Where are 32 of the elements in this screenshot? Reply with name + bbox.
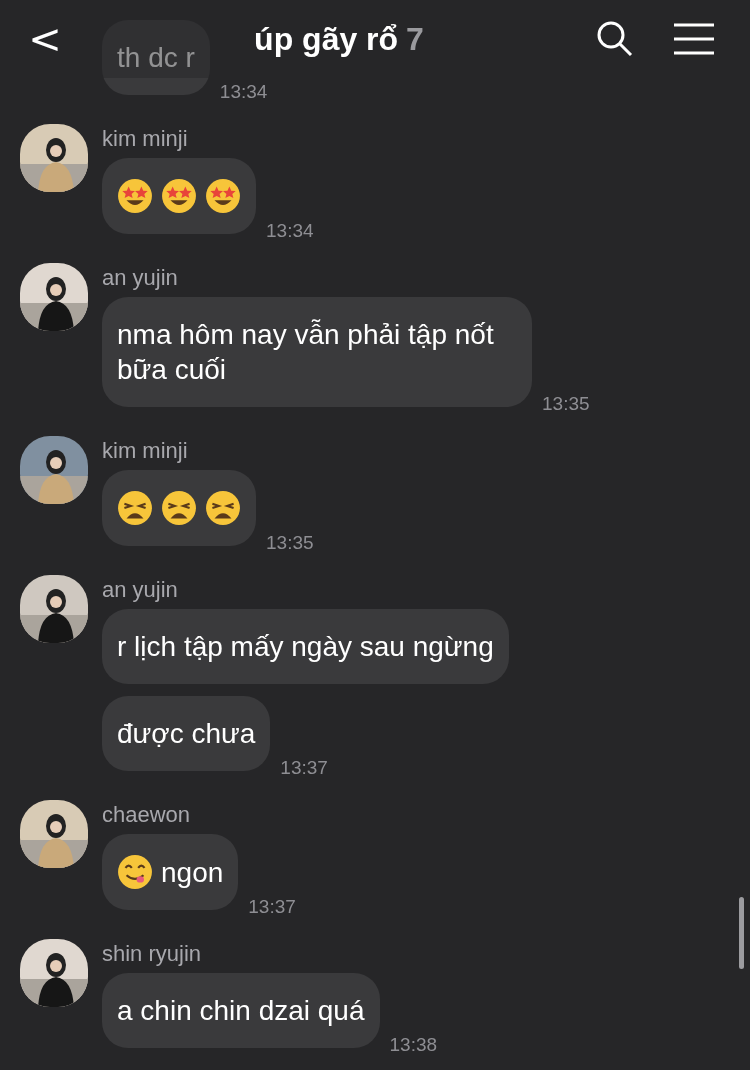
message-bubble: được chưa xyxy=(102,696,271,771)
message-time: 13:38 xyxy=(389,1034,438,1056)
sender-name: shin ryujin xyxy=(102,941,203,967)
message-time: 13:34 xyxy=(219,81,268,103)
message-bubble: a chin chin dzai quá xyxy=(102,973,380,1048)
menu-icon[interactable] xyxy=(674,23,714,55)
search-icon[interactable] xyxy=(596,20,634,58)
sender-name: an yujin xyxy=(102,577,179,603)
message-bubble: th dc r xyxy=(102,20,210,95)
weary-face-emoji-icon xyxy=(117,490,153,526)
message-time: 13:37 xyxy=(280,757,328,779)
back-button[interactable]: < xyxy=(28,16,62,62)
message-time: 13:35 xyxy=(542,393,590,415)
message-time: 13:34 xyxy=(266,220,314,242)
sender-name: an yujin xyxy=(102,265,179,291)
message-time: 13:37 xyxy=(248,896,296,918)
star-eyes-emoji-icon xyxy=(161,178,197,214)
message-bubble: r lịch tập mấy ngày sau ngừng xyxy=(102,609,509,684)
star-eyes-emoji-icon xyxy=(117,178,153,214)
message-time: 13:35 xyxy=(266,532,314,554)
sender-name: kim minji xyxy=(102,438,189,464)
chat-title: úp gãy rổ xyxy=(254,20,399,58)
message-bubble: nma hôm nay vẫn phải tập nốt bữa cuối xyxy=(102,297,532,407)
scroll-bar xyxy=(739,897,744,969)
member-count: 7 xyxy=(406,20,424,58)
message-bubble: ngon xyxy=(102,834,239,910)
sender-name: kim minji xyxy=(102,126,189,152)
sender-name: chaewon xyxy=(102,802,192,828)
weary-face-emoji-icon xyxy=(161,490,197,526)
weary-face-emoji-icon xyxy=(205,490,241,526)
star-eyes-emoji-icon xyxy=(205,178,241,214)
tongue-out-smile-emoji-icon xyxy=(117,854,153,890)
